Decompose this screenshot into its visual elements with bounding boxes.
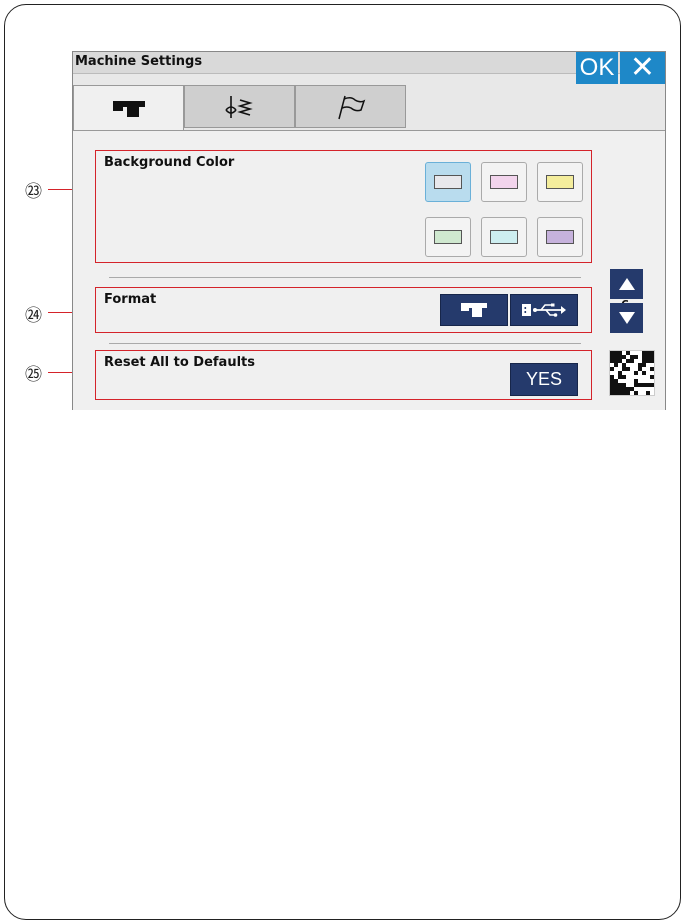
arrow-down-icon [618,312,635,324]
tab-machine[interactable] [73,85,184,131]
swatch-green[interactable] [425,217,471,257]
flag-icon [337,95,365,119]
swatch-pink[interactable] [481,162,527,202]
scroll-down-button[interactable] [610,303,643,333]
swatch-purple[interactable] [537,217,583,257]
swatch-cyan[interactable] [481,217,527,257]
sewing-machine-icon [461,303,487,317]
format-machine-button[interactable] [440,294,508,326]
scroll-up-button[interactable] [610,269,643,299]
swatch-yellow[interactable] [537,162,583,202]
ok-button[interactable]: OK [576,52,618,84]
format-label: Format [104,292,157,307]
machine-settings-screen: Machine Settings OK ✕ Background Color F… [72,51,666,410]
callout-24: ㉔ [25,306,42,326]
swatch-chip [490,230,518,244]
qr-code-icon [610,351,654,395]
qr-code-button[interactable] [609,350,655,396]
arrow-up-icon [618,278,635,290]
format-usb-button[interactable] [510,294,578,326]
reset-label: Reset All to Defaults [104,355,255,370]
window-title: Machine Settings [75,54,203,69]
reset-yes-button[interactable]: YES [510,363,578,396]
divider [109,343,581,344]
swatch-chip [434,230,462,244]
swatch-chip [490,175,518,189]
background-color-section: Background Color [95,150,592,263]
reset-section: Reset All to Defaults YES [95,350,592,400]
usb-icon [522,303,566,317]
needle-thread-icon [224,95,253,118]
tab-language[interactable] [295,85,406,128]
close-icon: ✕ [629,50,656,85]
format-section: Format [95,287,592,333]
swatch-chip [546,175,574,189]
tab-stitch[interactable] [184,85,295,128]
callout-23: ㉓ [25,182,42,202]
swatch-gray[interactable] [425,162,471,202]
divider [109,277,581,278]
swatch-chip [434,175,462,189]
background-color-label: Background Color [104,155,235,170]
sewing-machine-icon [112,100,145,117]
settings-content: Background Color Format Reset All to Def… [73,130,665,410]
swatch-chip [546,230,574,244]
callout-25: ㉕ [25,365,42,385]
close-button[interactable]: ✕ [620,52,665,84]
